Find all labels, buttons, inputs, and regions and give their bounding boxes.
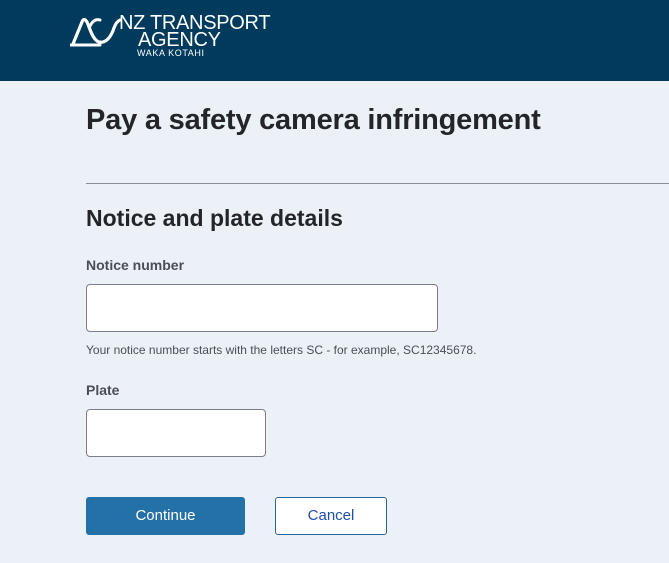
continue-button[interactable]: Continue [86, 497, 245, 535]
notice-number-input[interactable] [86, 284, 438, 332]
nz-transport-agency-logo[interactable]: NZ TRANSPORT AGENCY WAKA KOTAHI [70, 12, 271, 62]
site-header: NZ TRANSPORT AGENCY WAKA KOTAHI [0, 0, 669, 81]
divider [86, 183, 669, 184]
notice-number-hint: Your notice number starts with the lette… [86, 343, 477, 357]
waka-kotahi-logo-icon [70, 17, 122, 47]
cancel-button[interactable]: Cancel [275, 497, 387, 535]
plate-input[interactable] [86, 409, 266, 457]
page-title: Pay a safety camera infringement [86, 104, 541, 136]
brand-line-3: WAKA KOTAHI [137, 48, 205, 58]
plate-label: Plate [86, 382, 120, 398]
notice-number-label: Notice number [86, 257, 185, 273]
section-title: Notice and plate details [86, 205, 343, 231]
